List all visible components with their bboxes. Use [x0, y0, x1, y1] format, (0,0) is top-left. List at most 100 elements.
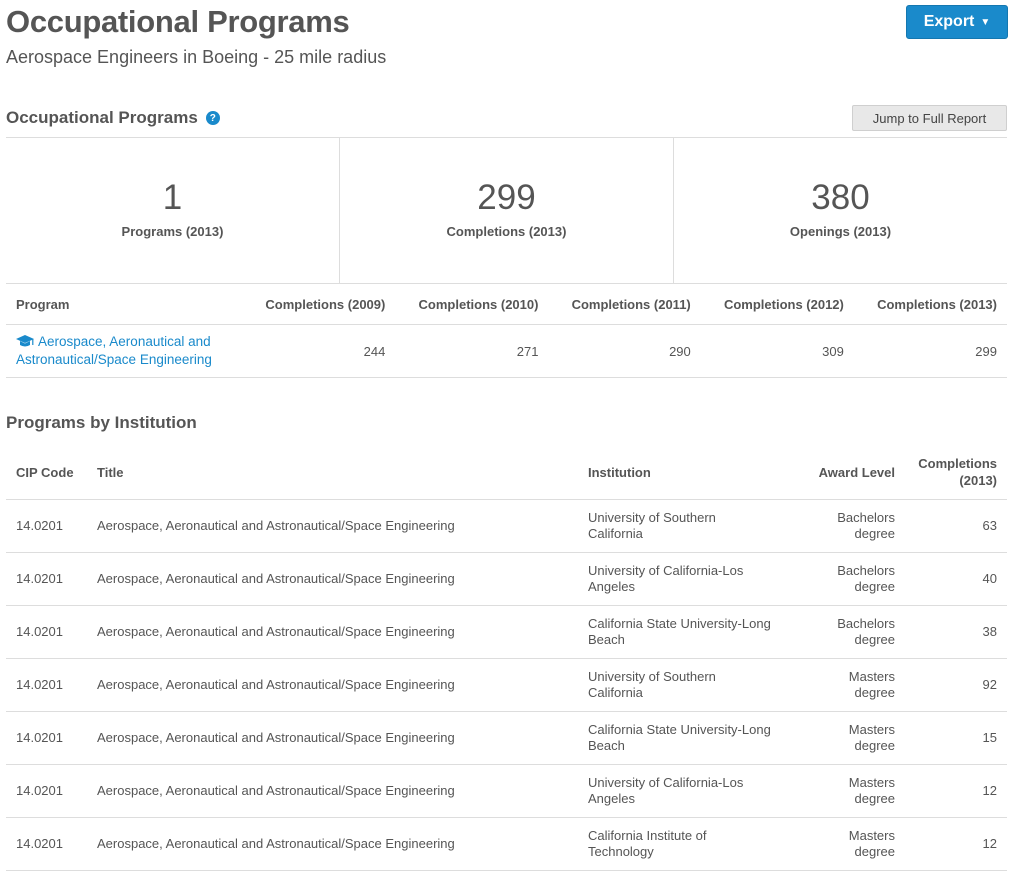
award-level-cell: Masters degree — [788, 711, 905, 765]
institution-name-line2: Beach — [588, 738, 625, 753]
column-header-completions-2009: Completions (2009) — [242, 283, 396, 325]
cip-code-cell: 14.0201 — [6, 817, 87, 871]
institutions-table-body: 14.0201 Aerospace, Aeronautical and Astro… — [6, 499, 1007, 871]
stat-label: Openings (2013) — [789, 224, 892, 239]
column-header-completions-line2: (2013) — [959, 473, 997, 488]
column-header-completions: Completions (2013) — [905, 445, 1007, 500]
award-level-line1: Masters — [848, 669, 895, 684]
institution-name-line1: California Institute of — [588, 828, 707, 843]
table-cell: 290 — [548, 324, 701, 378]
award-level-line2: degree — [854, 632, 895, 647]
award-level-line1: Masters — [848, 828, 895, 843]
stat-value: 299 — [477, 178, 536, 217]
program-link[interactable]: Aerospace, Aeronautical and Astronautica… — [16, 334, 232, 368]
completions-cell: 40 — [905, 552, 1007, 606]
award-level-line2: degree — [854, 685, 895, 700]
award-level-cell: Bachelors degree — [788, 552, 905, 606]
table-header-row: CIP Code Title Institution Award Level C… — [6, 445, 1007, 500]
cip-code-cell: 14.0201 — [6, 764, 87, 818]
institution-name-line1: University of Southern — [588, 669, 716, 684]
institution-name-line2: California — [588, 526, 643, 541]
page-title: Occupational Programs — [6, 4, 350, 39]
institution-name-line2: Angeles — [588, 791, 635, 806]
award-level-line2: degree — [854, 738, 895, 753]
column-header-completions-line1: Completions — [918, 456, 997, 471]
completions-cell: 12 — [905, 817, 1007, 871]
table-header-row: Program Completions (2009) Completions (… — [6, 283, 1007, 325]
graduation-cap-icon — [16, 335, 34, 352]
institutions-table: CIP Code Title Institution Award Level C… — [6, 445, 1007, 871]
award-level-line2: degree — [854, 579, 895, 594]
export-button-label: Export — [923, 13, 975, 30]
award-level-line2: degree — [854, 526, 895, 541]
stat-programs: 1 Programs (2013) — [6, 138, 340, 284]
stat-label: Programs (2013) — [121, 224, 224, 239]
institution-cell: University of Southern California — [578, 499, 788, 553]
page-subtitle: Aerospace Engineers in Boeing - 25 mile … — [6, 47, 387, 67]
table-row: 14.0201 Aerospace, Aeronautical and Astro… — [6, 658, 1007, 712]
completions-cell: 15 — [905, 711, 1007, 765]
completions-cell: 92 — [905, 658, 1007, 712]
cip-code-cell: 14.0201 — [6, 552, 87, 606]
award-level-line1: Bachelors — [837, 616, 895, 631]
institution-cell: California State University-Long Beach — [578, 605, 788, 659]
title-cell: Aerospace, Aeronautical and Astronautica… — [87, 552, 578, 606]
stat-value: 1 — [162, 178, 183, 217]
stat-label: Completions (2013) — [446, 224, 567, 239]
help-icon[interactable]: ? — [205, 111, 220, 125]
section-title: Occupational Programs ? — [6, 108, 220, 128]
program-link-line1: Aerospace, Aeronautical and — [38, 334, 211, 349]
award-level-cell: Bachelors degree — [788, 499, 905, 553]
institution-name-line2: Beach — [588, 632, 625, 647]
institution-name-line1: California State University-Long — [588, 616, 771, 631]
title-cell: Aerospace, Aeronautical and Astronautica… — [87, 605, 578, 659]
award-level-cell: Masters degree — [788, 817, 905, 871]
column-header-completions-2013: Completions (2013) — [853, 283, 1007, 325]
table-row: 14.0201 Aerospace, Aeronautical and Astro… — [6, 764, 1007, 818]
table-row: 14.0201 Aerospace, Aeronautical and Astro… — [6, 499, 1007, 553]
stat-openings: 380 Openings (2013) — [674, 138, 1007, 284]
stat-completions: 299 Completions (2013) — [340, 138, 674, 284]
cip-code-cell: 14.0201 — [6, 499, 87, 553]
institution-name-line1: University of California-Los — [588, 563, 744, 578]
title-cell: Aerospace, Aeronautical and Astronautica… — [87, 711, 578, 765]
completions-cell: 63 — [905, 499, 1007, 553]
table-row: 14.0201 Aerospace, Aeronautical and Astro… — [6, 552, 1007, 606]
stat-value: 380 — [811, 178, 870, 217]
table-row: 14.0201 Aerospace, Aeronautical and Astro… — [6, 817, 1007, 871]
institution-cell: California Institute of Technology — [578, 817, 788, 871]
institution-cell: California State University-Long Beach — [578, 711, 788, 765]
award-level-cell: Masters degree — [788, 764, 905, 818]
award-level-line1: Masters — [848, 775, 895, 790]
column-header-completions-2010: Completions (2010) — [395, 283, 549, 325]
column-header-completions-2012: Completions (2012) — [700, 283, 854, 325]
institution-cell: University of Southern California — [578, 658, 788, 712]
award-level-line2: degree — [854, 791, 895, 806]
institution-name-line2: Technology — [588, 844, 654, 859]
table-row: 14.0201 Aerospace, Aeronautical and Astro… — [6, 711, 1007, 765]
column-header-completions-2011: Completions (2011) — [548, 283, 701, 325]
cip-code-cell: 14.0201 — [6, 658, 87, 712]
column-header-cip-code: CIP Code — [6, 445, 87, 500]
column-header-award-level: Award Level — [788, 445, 905, 500]
table-cell: 244 — [242, 324, 396, 378]
institution-name-line2: California — [588, 685, 643, 700]
table-row: Aerospace, Aeronautical and Astronautica… — [6, 324, 1007, 378]
occupational-programs-page: Occupational Programs Aerospace Engineer… — [0, 0, 1014, 871]
title-cell: Aerospace, Aeronautical and Astronautica… — [87, 658, 578, 712]
section-title-label: Occupational Programs — [6, 108, 198, 127]
jump-to-full-report-button[interactable]: Jump to Full Report — [852, 105, 1007, 131]
stats-summary: 1 Programs (2013) 299 Completions (2013)… — [6, 137, 1007, 284]
chevron-down-icon: ▼ — [980, 16, 991, 28]
export-button[interactable]: Export ▼ — [906, 5, 1008, 39]
award-level-line1: Bachelors — [837, 510, 895, 525]
table-cell: 299 — [853, 324, 1007, 378]
table-row: 14.0201 Aerospace, Aeronautical and Astro… — [6, 605, 1007, 659]
column-header-institution: Institution — [578, 445, 788, 500]
institution-name-line2: Angeles — [588, 579, 635, 594]
award-level-cell: Masters degree — [788, 658, 905, 712]
institution-name-line1: University of Southern — [588, 510, 716, 525]
cip-code-cell: 14.0201 — [6, 605, 87, 659]
institution-cell: University of California-Los Angeles — [578, 552, 788, 606]
program-link-line2: Astronautical/Space Engineering — [16, 352, 212, 367]
